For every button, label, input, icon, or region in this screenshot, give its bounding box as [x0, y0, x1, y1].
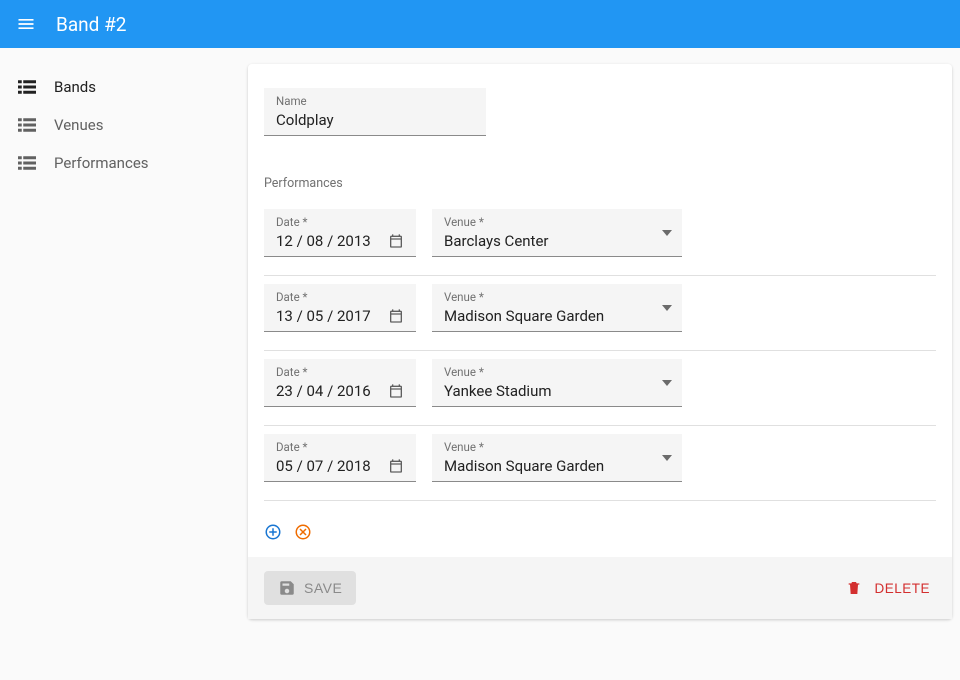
save-icon: [278, 579, 296, 597]
name-value: Coldplay: [276, 111, 474, 129]
performance-row: Date * 13 / 05 / 2017 Venue * Madison Sq…: [264, 276, 936, 351]
name-input[interactable]: Name Coldplay: [264, 88, 486, 136]
venue-label: Venue *: [444, 366, 670, 380]
date-label: Date *: [276, 216, 404, 230]
sidebar-item-label: Bands: [54, 78, 96, 96]
chevron-down-icon: [662, 455, 672, 461]
date-value: 13 / 05 / 2017: [276, 307, 371, 325]
save-button[interactable]: SAVE: [264, 571, 356, 605]
date-input[interactable]: Date * 12 / 08 / 2013: [264, 209, 416, 257]
venue-value: Barclays Center: [444, 232, 670, 250]
performance-row: Date * 05 / 07 / 2018 Venue * Madison Sq…: [264, 426, 936, 501]
calendar-icon[interactable]: [388, 308, 404, 324]
venue-value: Madison Square Garden: [444, 457, 670, 475]
date-label: Date *: [276, 291, 404, 305]
app-bar: Band #2: [0, 0, 960, 48]
add-performance-button[interactable]: [264, 523, 282, 541]
performances-section-label: Performances: [264, 176, 936, 191]
venue-value: Yankee Stadium: [444, 382, 670, 400]
remove-performance-button[interactable]: [294, 523, 312, 541]
delete-label: DELETE: [874, 581, 930, 596]
form-footer: SAVE DELETE: [248, 557, 952, 619]
plus-circle-icon: [264, 523, 282, 541]
trash-icon: [846, 580, 862, 596]
x-circle-icon: [294, 523, 312, 541]
venue-label: Venue *: [444, 216, 670, 230]
calendar-icon[interactable]: [388, 458, 404, 474]
chevron-down-icon: [662, 305, 672, 311]
venue-label: Venue *: [444, 441, 670, 455]
date-input[interactable]: Date * 23 / 04 / 2016: [264, 359, 416, 407]
hamburger-menu-button[interactable]: [16, 14, 36, 34]
date-input[interactable]: Date * 13 / 05 / 2017: [264, 284, 416, 332]
sidebar-item-label: Performances: [54, 154, 149, 172]
chevron-down-icon: [662, 380, 672, 386]
venue-select[interactable]: Venue * Barclays Center: [432, 209, 682, 257]
date-input[interactable]: Date * 05 / 07 / 2018: [264, 434, 416, 482]
name-label: Name: [276, 95, 474, 109]
calendar-icon[interactable]: [388, 233, 404, 249]
date-label: Date *: [276, 441, 404, 455]
save-label: SAVE: [304, 580, 342, 596]
list-icon: [18, 118, 36, 132]
date-label: Date *: [276, 366, 404, 380]
venue-select[interactable]: Venue * Madison Square Garden: [432, 434, 682, 482]
venue-value: Madison Square Garden: [444, 307, 670, 325]
list-icon: [18, 80, 36, 94]
hamburger-icon: [16, 14, 36, 34]
date-value: 12 / 08 / 2013: [276, 232, 371, 250]
sidebar-item-bands[interactable]: Bands: [0, 68, 248, 106]
venue-select[interactable]: Venue * Yankee Stadium: [432, 359, 682, 407]
list-icon: [18, 156, 36, 170]
venue-select[interactable]: Venue * Madison Square Garden: [432, 284, 682, 332]
sidebar-item-venues[interactable]: Venues: [0, 106, 248, 144]
sidebar-item-label: Venues: [54, 116, 103, 134]
date-value: 05 / 07 / 2018: [276, 457, 371, 475]
delete-button[interactable]: DELETE: [840, 579, 936, 597]
sidebar-item-performances[interactable]: Performances: [0, 144, 248, 182]
page-title: Band #2: [56, 13, 126, 36]
venue-label: Venue *: [444, 291, 670, 305]
chevron-down-icon: [662, 230, 672, 236]
performance-row: Date * 23 / 04 / 2016 Venue * Yankee Sta…: [264, 351, 936, 426]
band-form-card: Name Coldplay Performances Date * 12 / 0…: [248, 64, 952, 619]
calendar-icon[interactable]: [388, 383, 404, 399]
performance-row: Date * 12 / 08 / 2013 Venue * Barclays C…: [264, 201, 936, 276]
sidebar: Bands Venues Performances: [0, 48, 248, 680]
date-value: 23 / 04 / 2016: [276, 382, 371, 400]
